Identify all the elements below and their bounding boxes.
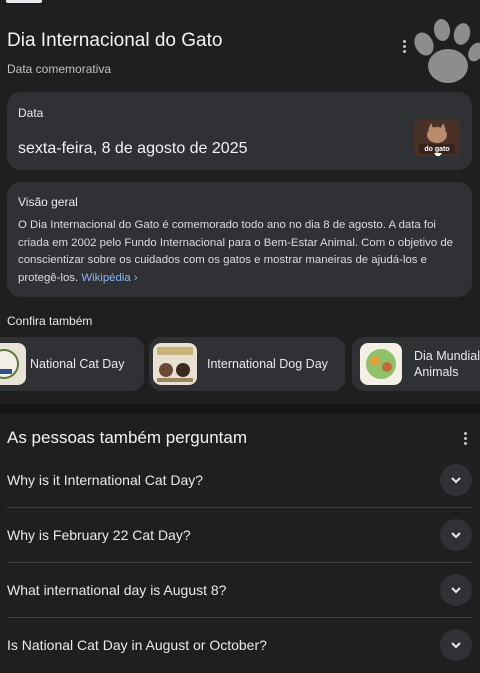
section-divider: [0, 404, 480, 414]
question-item[interactable]: Why is February 22 Cat Day?: [0, 507, 480, 563]
chip-label: National Cat Day: [30, 357, 125, 371]
chevron-down-icon[interactable]: [440, 574, 472, 606]
question-text: Is National Cat Day in August or October…: [7, 637, 267, 653]
thumbnail-caption: do gato: [424, 146, 450, 153]
wikipedia-link[interactable]: Wikipédia ›: [81, 272, 137, 284]
chip-label: International Dog Day: [207, 357, 328, 371]
national-cat-day-thumbnail: [0, 343, 26, 385]
overview-label: Visão geral: [18, 195, 78, 209]
overview-card: Visão geral O Dia Internacional do Gato …: [7, 182, 472, 297]
chevron-down-icon[interactable]: [440, 464, 472, 496]
question-item[interactable]: Is National Cat Day in August or October…: [0, 617, 480, 673]
chip-dia-mundial-animals[interactable]: Dia Mundial Animals: [352, 337, 480, 391]
date-label: Data: [18, 106, 44, 120]
overview-text: O Dia Internacional do Gato é comemorado…: [18, 217, 458, 287]
chip-label-group: Dia Mundial Animals: [414, 337, 480, 391]
knowledge-header: Dia Internacional do Gato Data comemorat…: [7, 30, 397, 76]
more-options-icon[interactable]: [395, 37, 413, 55]
page-title: Dia Internacional do Gato: [7, 30, 223, 51]
see-also-carousel[interactable]: National Cat Day International Dog Day D…: [0, 337, 480, 391]
chevron-down-icon[interactable]: [440, 519, 472, 551]
question-item[interactable]: What international day is August 8?: [0, 562, 480, 618]
question-item[interactable]: Why is it International Cat Day?: [0, 452, 480, 508]
chip-international-dog-day[interactable]: International Dog Day: [149, 337, 345, 391]
people-also-ask-title: As pessoas também perguntam: [7, 428, 248, 447]
active-tab-indicator: [6, 0, 42, 3]
chip-label: Dia Mundial: [414, 349, 480, 363]
thumbnail-pointer-icon: [434, 153, 442, 156]
dog-day-thumbnail: [153, 343, 197, 385]
chip-label-line2: Animals: [414, 365, 459, 379]
date-card: Data sexta-feira, 8 de agosto de 2025 do…: [7, 92, 472, 170]
date-value: sexta-feira, 8 de agosto de 2025: [18, 140, 248, 157]
question-text: Why is February 22 Cat Day?: [7, 527, 191, 543]
chip-national-cat-day[interactable]: National Cat Day: [0, 337, 144, 391]
page-subtitle: Data comemorativa: [7, 62, 112, 76]
chevron-down-icon[interactable]: [440, 629, 472, 661]
see-also-label: Confira também: [7, 314, 93, 328]
question-text: What international day is August 8?: [7, 582, 227, 598]
date-thumbnail[interactable]: do gato: [414, 120, 460, 156]
question-text: Why is it International Cat Day?: [7, 472, 204, 488]
dia-mundial-thumbnail: [360, 343, 402, 385]
paa-more-options-icon[interactable]: [456, 429, 474, 447]
